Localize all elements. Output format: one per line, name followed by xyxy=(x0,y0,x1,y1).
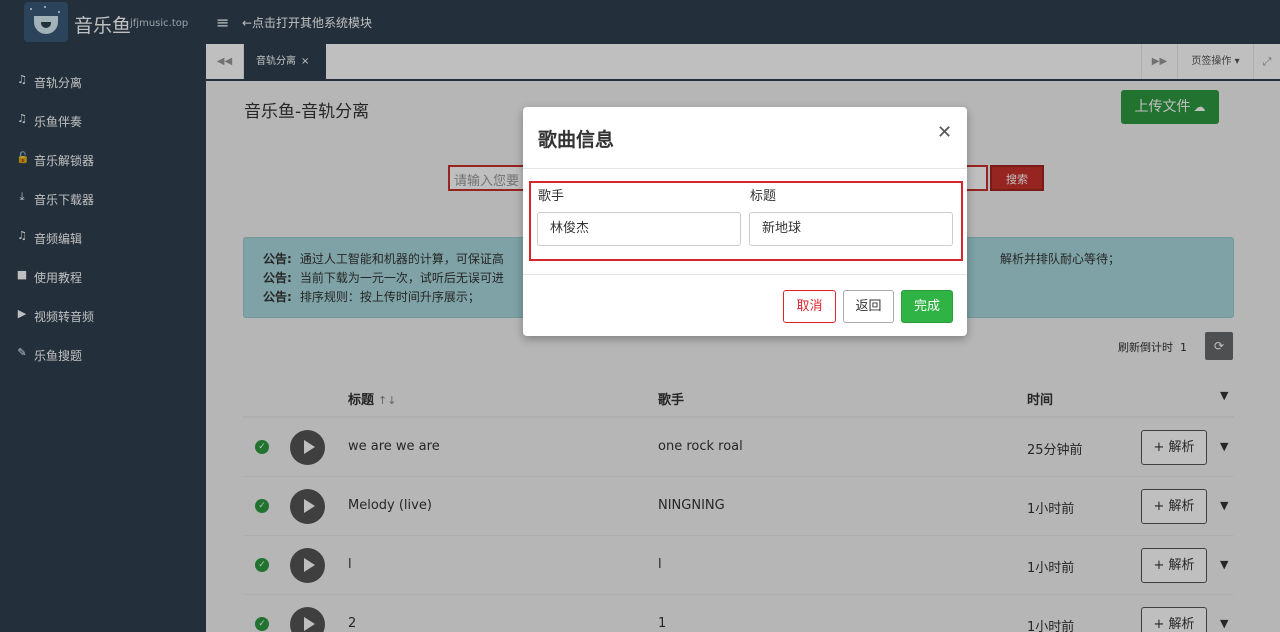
done-button[interactable]: 完成 xyxy=(901,290,953,323)
divider xyxy=(523,274,967,275)
close-icon[interactable]: ✕ xyxy=(937,122,952,143)
back-button[interactable]: 返回 xyxy=(843,290,894,323)
modal-title: 歌曲信息 xyxy=(538,129,615,151)
divider xyxy=(523,168,967,169)
cancel-button[interactable]: 取消 xyxy=(783,290,836,323)
title-label: 标题 xyxy=(750,189,777,204)
title-input[interactable]: 新地球 xyxy=(749,212,953,246)
song-info-modal: 歌曲信息 ✕ 歌手 标题 林俊杰 新地球 取消 返回 完成 xyxy=(523,107,967,336)
artist-label: 歌手 xyxy=(538,189,565,204)
artist-input[interactable]: 林俊杰 xyxy=(537,212,741,246)
